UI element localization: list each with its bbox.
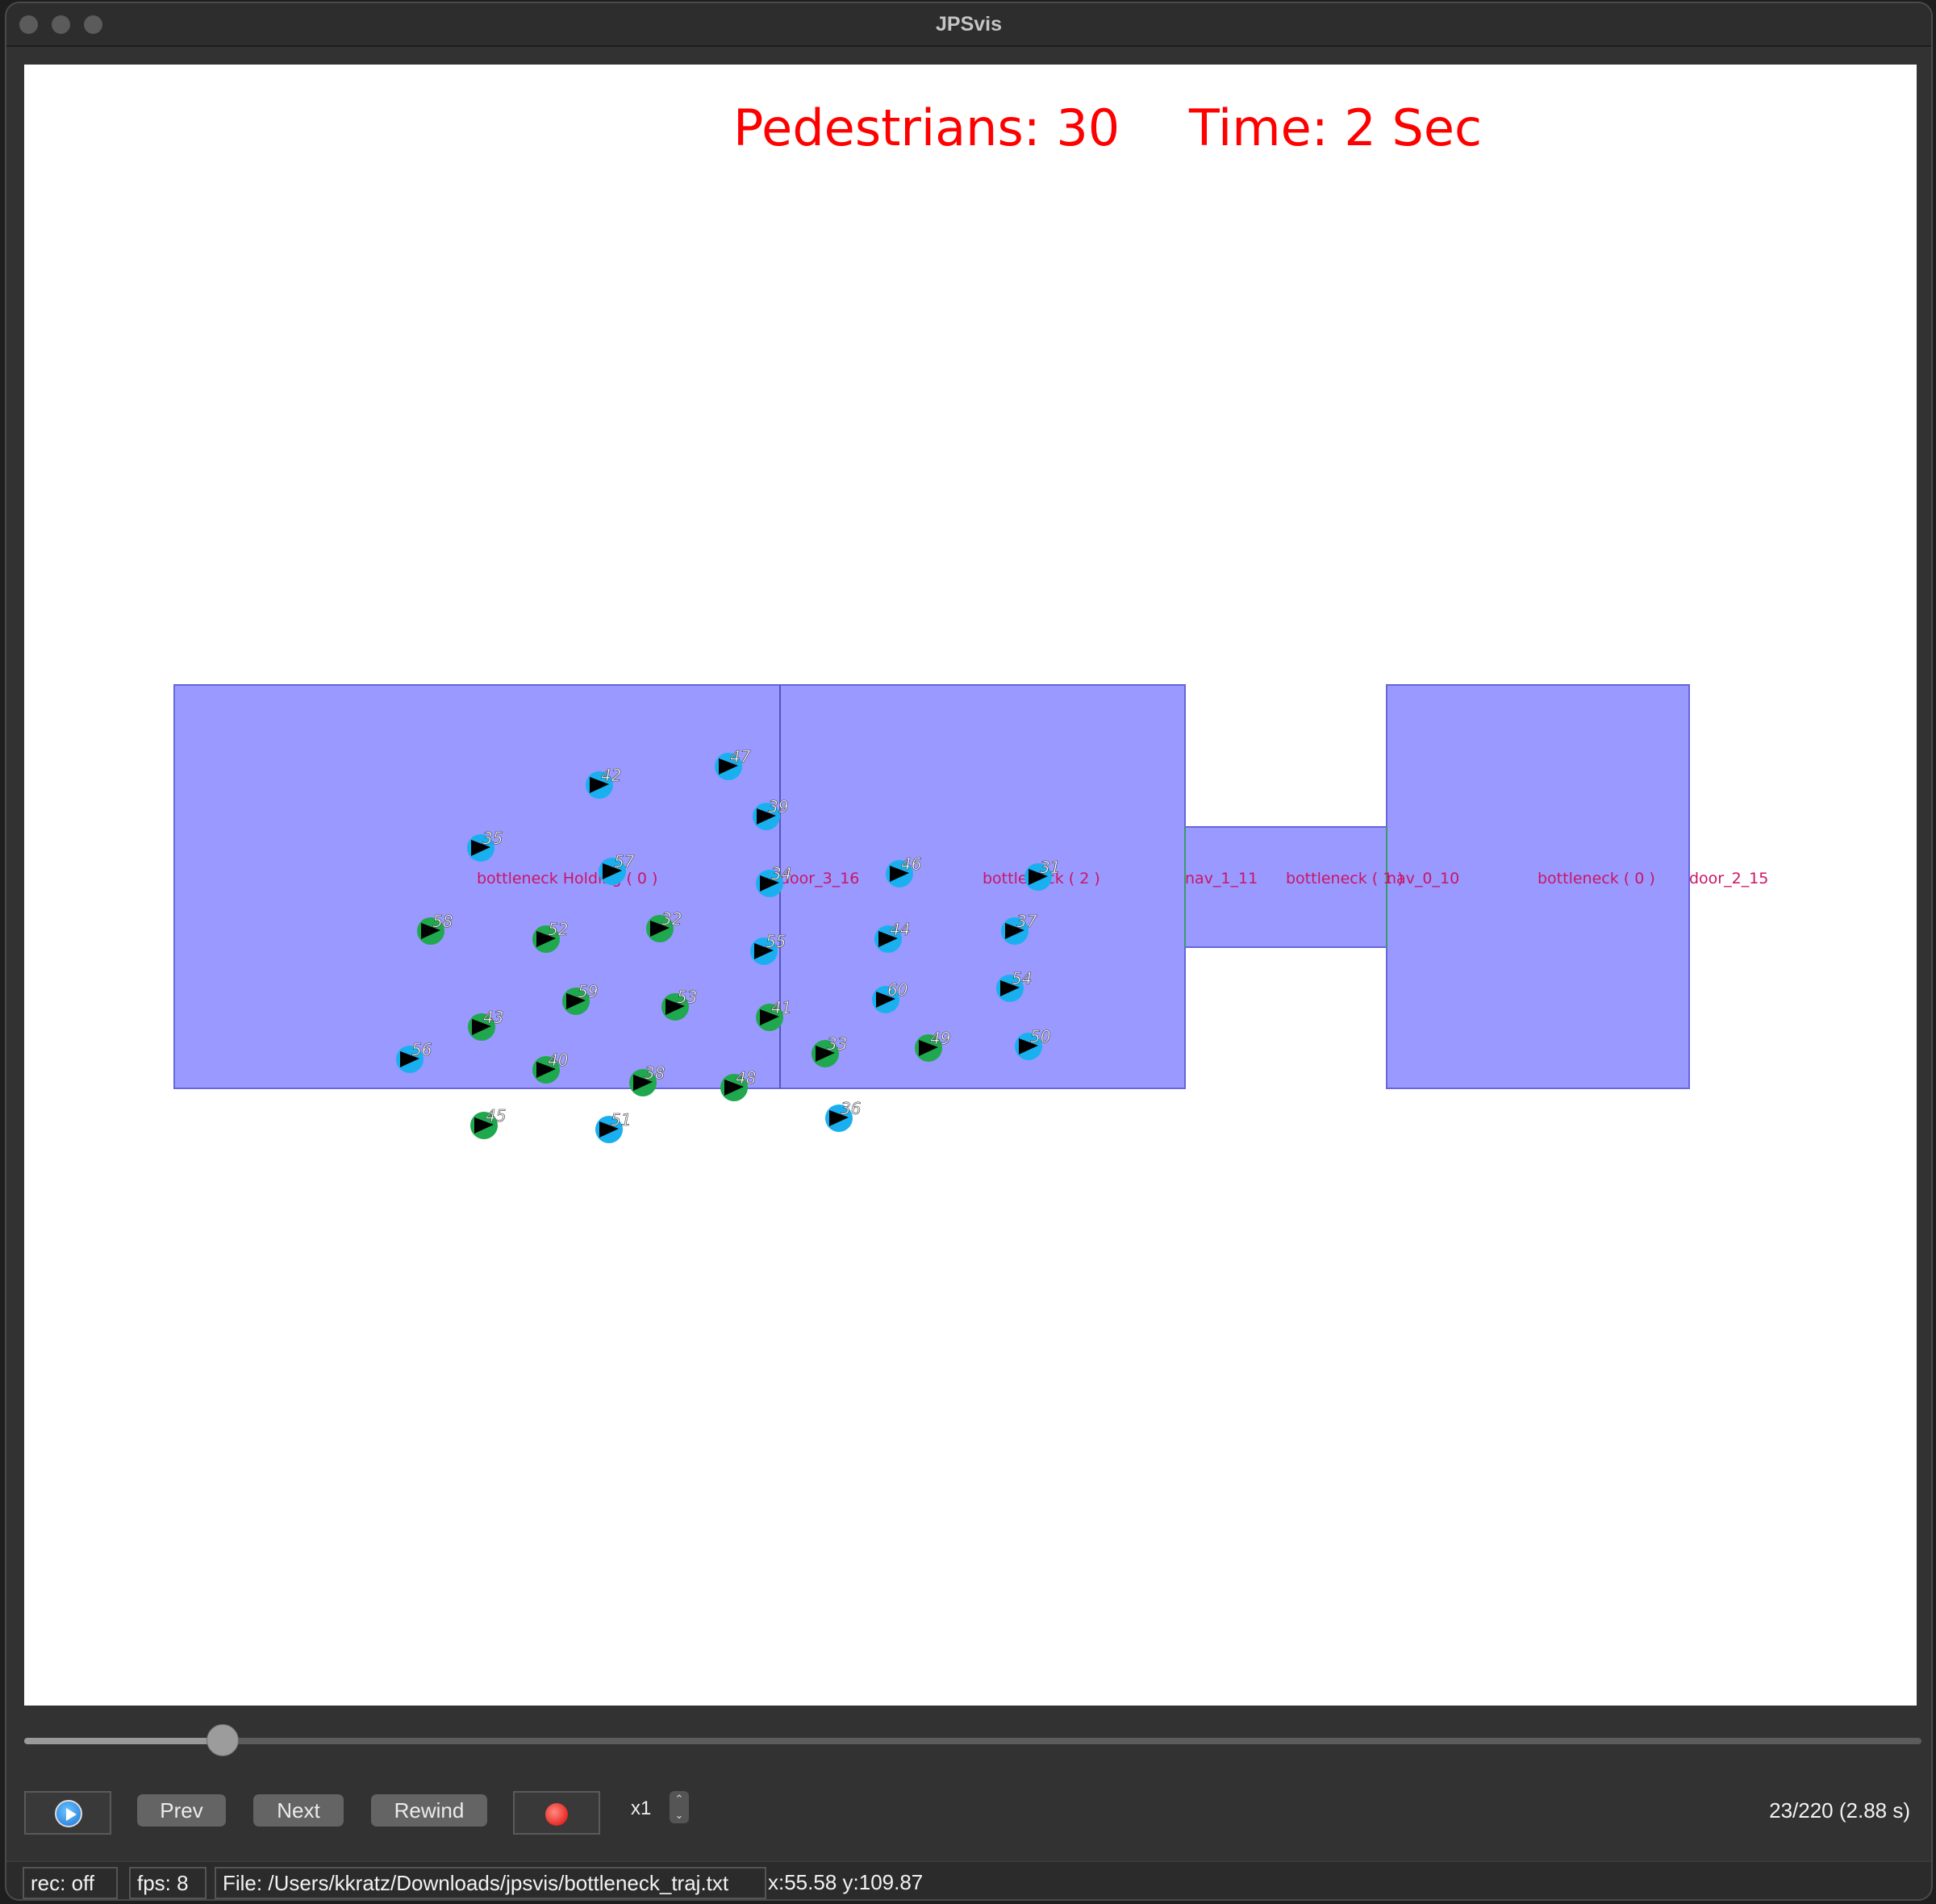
label-bottleneck-1: bottleneck ( 1 ) — [1286, 870, 1404, 887]
timeline-slider-handle[interactable] — [206, 1724, 239, 1756]
pedestrian-id-label: 39 — [768, 797, 788, 816]
label-nav-1-11: nav_1_11 — [1185, 870, 1258, 887]
pedestrian-id-label: 40 — [548, 1050, 568, 1070]
pedestrian-id-label: 47 — [730, 747, 751, 766]
cursor-coordinates: x:55.58 y:109.87 — [768, 1870, 924, 1894]
label-bottleneck-holding: bottleneck Holding ( 0 ) — [477, 870, 657, 887]
record-button[interactable] — [513, 1791, 600, 1835]
rec-status: rec: off — [23, 1867, 118, 1899]
pedestrian-id-label: 45 — [486, 1106, 506, 1125]
label-bottleneck-0: bottleneck ( 0 ) — [1538, 870, 1655, 887]
pedestrian-count-label: Pedestrians: 30 — [733, 98, 1120, 157]
pedestrian-id-label: 41 — [771, 998, 791, 1017]
pedestrian-id-label: 50 — [1030, 1027, 1050, 1046]
pedestrian-51: 51 — [595, 1110, 632, 1143]
label-door-2-15: door_2_15 — [1689, 870, 1768, 887]
pedestrian-36: 36 — [825, 1099, 862, 1132]
pedestrian-id-label: 52 — [548, 920, 568, 939]
pedestrian-id-label: 51 — [611, 1110, 631, 1129]
pedestrian-45: 45 — [470, 1106, 507, 1139]
pedestrian-id-label: 55 — [766, 932, 786, 951]
visualization-canvas[interactable]: Pedestrians: 30 Time: 2 Sec bottleneck H… — [24, 65, 1917, 1706]
pedestrian-id-label: 32 — [661, 909, 682, 929]
app-window: JPSvis Pedestrians: 30 Time: 2 Sec bottl… — [5, 2, 1933, 1901]
pedestrian-id-label: 37 — [1016, 912, 1037, 931]
pedestrian-id-label: 60 — [887, 980, 908, 1000]
pedestrian-id-label: 44 — [890, 920, 910, 939]
speed-spinbox[interactable]: x1 ⌃ ⌄ — [628, 1791, 689, 1827]
frame-counter: 23/220 (2.88 s) — [1769, 1798, 1910, 1823]
pedestrian-id-label: 36 — [841, 1099, 861, 1118]
timeline-progress — [24, 1738, 223, 1744]
pedestrian-id-label: 33 — [827, 1034, 847, 1054]
title-bar: JPSvis — [6, 3, 1931, 47]
label-nav-0-10: nav_0_10 — [1387, 870, 1459, 887]
record-icon — [545, 1803, 568, 1826]
pedestrian-id-label: 57 — [614, 852, 635, 871]
timeline-slider[interactable] — [24, 1738, 1921, 1744]
pedestrian-id-label: 48 — [736, 1068, 756, 1088]
fps-status: fps: 8 — [129, 1867, 207, 1899]
file-status: File: /Users/kkratz/Downloads/jpsvis/bot… — [215, 1867, 766, 1899]
speed-stepper[interactable]: ⌃ ⌄ — [670, 1791, 689, 1823]
time-label: Time: 2 Sec — [1188, 98, 1482, 157]
status-bar: rec: off fps: 8 File: /Users/kkratz/Down… — [6, 1860, 1931, 1899]
window-title: JPSvis — [935, 13, 1002, 35]
pedestrian-id-label: 59 — [578, 982, 598, 1001]
pedestrian-id-label: 53 — [677, 987, 697, 1007]
pedestrian-id-label: 31 — [1040, 858, 1060, 877]
pedestrian-id-label: 56 — [411, 1040, 432, 1059]
pedestrian-id-label: 38 — [645, 1063, 665, 1083]
pedestrian-id-label: 54 — [1012, 969, 1032, 988]
rewind-button[interactable]: Rewind — [371, 1794, 487, 1827]
pedestrian-id-label: 58 — [432, 912, 453, 931]
label-door-3-16: door_3_16 — [780, 870, 859, 887]
speed-value: x1 — [631, 1798, 652, 1819]
play-button[interactable] — [24, 1791, 111, 1835]
pedestrian-id-label: 42 — [601, 766, 621, 785]
next-button[interactable]: Next — [253, 1794, 344, 1827]
pedestrian-id-label: 35 — [482, 829, 503, 848]
pedestrian-id-label: 49 — [930, 1029, 950, 1048]
pedestrian-id-label: 34 — [771, 864, 791, 883]
scene-svg[interactable]: Pedestrians: 30 Time: 2 Sec bottleneck H… — [24, 65, 1917, 1706]
chevron-up-icon[interactable]: ⌃ — [670, 1791, 689, 1807]
pedestrian-id-label: 46 — [901, 854, 921, 874]
prev-button[interactable]: Prev — [137, 1794, 226, 1827]
play-icon — [55, 1800, 82, 1827]
pedestrian-id-label: 43 — [483, 1008, 503, 1027]
chevron-down-icon[interactable]: ⌄ — [670, 1807, 689, 1823]
